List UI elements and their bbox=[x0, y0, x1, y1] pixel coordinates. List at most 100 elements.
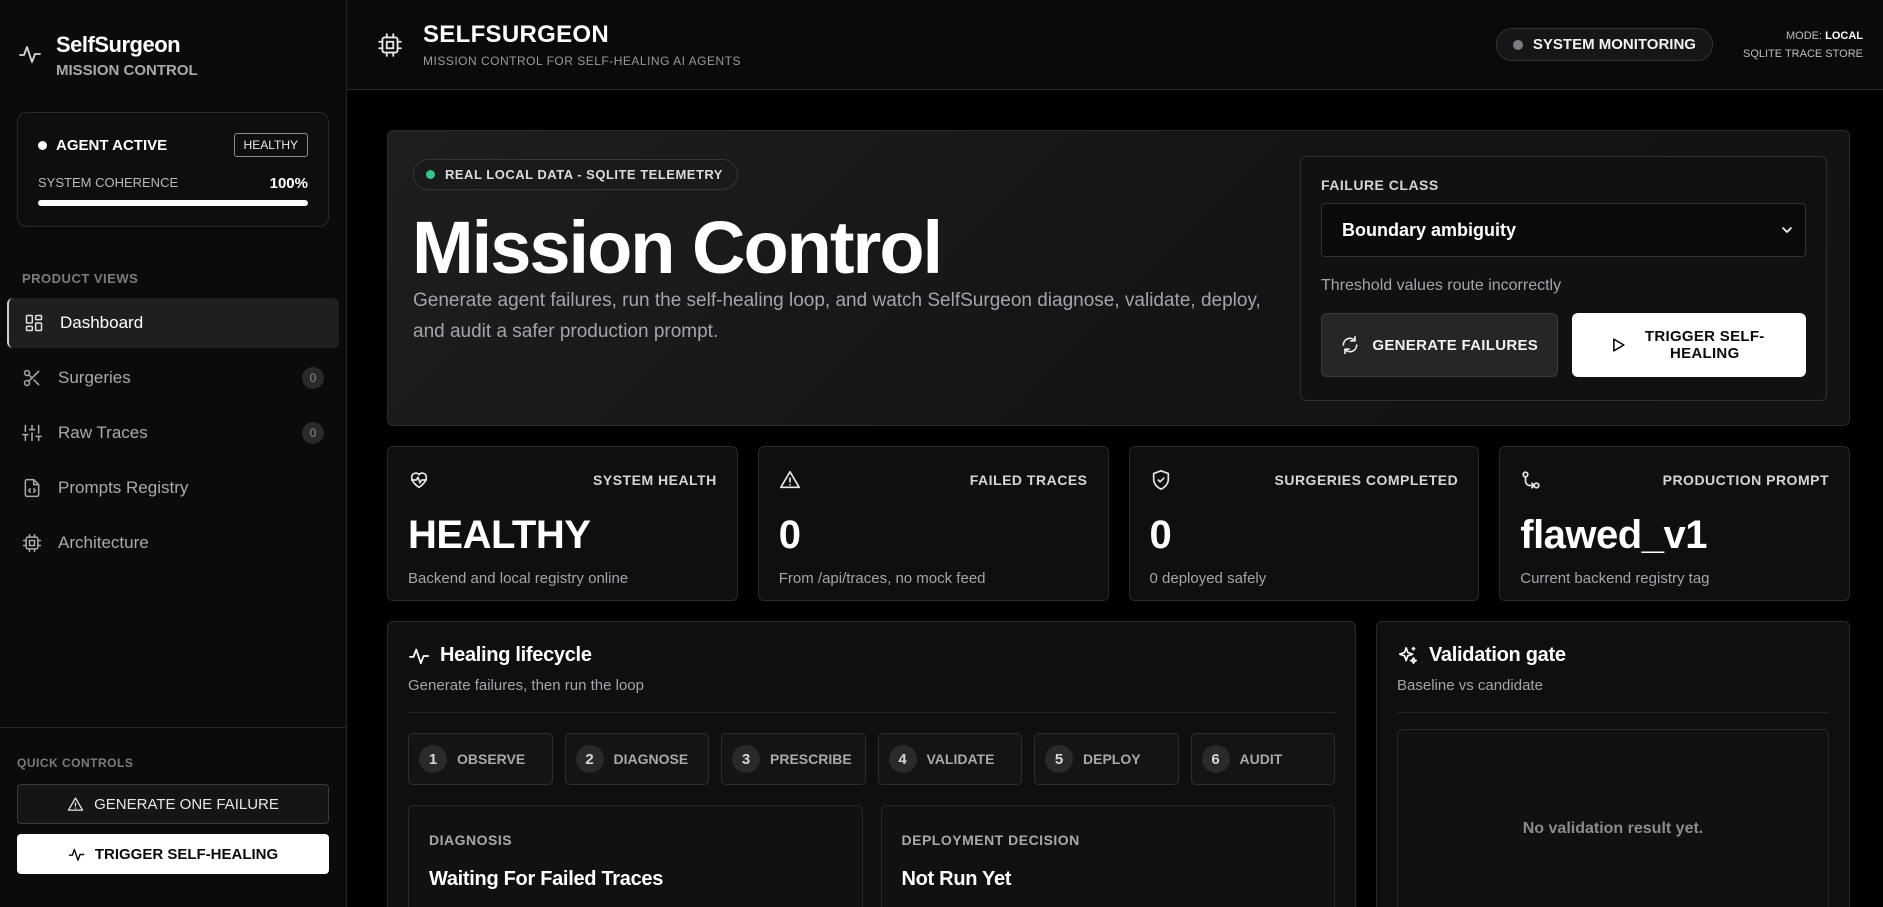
cpu-icon bbox=[378, 32, 402, 57]
sidebar-item-prompts-registry[interactable]: Prompts Registry bbox=[7, 463, 339, 513]
brand-subtitle: MISSION CONTROL bbox=[56, 62, 198, 79]
step-label: DEPLOY bbox=[1083, 751, 1141, 767]
cpu-icon bbox=[22, 533, 42, 553]
play-icon bbox=[1612, 338, 1625, 352]
deployment-decision-value: Not Run Yet bbox=[901, 868, 1012, 890]
step-audit[interactable]: 6 AUDIT bbox=[1190, 733, 1335, 785]
sidebar-item-label: Architecture bbox=[58, 533, 149, 552]
store-label: SQLITE TRACE STORE bbox=[1742, 47, 1863, 60]
system-monitoring-indicator[interactable]: SYSTEM MONITORING bbox=[1495, 28, 1713, 61]
step-validate[interactable]: 4 VALIDATE bbox=[877, 733, 1022, 785]
step-prescribe[interactable]: 3 PRESCRIBE bbox=[721, 733, 866, 785]
sidebar-item-surgeries[interactable]: Surgeries 0 bbox=[7, 353, 339, 403]
sidebar-item-label: Surgeries bbox=[58, 368, 131, 387]
stat-label: FAILED TRACES bbox=[969, 472, 1088, 488]
sparkles-icon bbox=[1398, 646, 1418, 664]
stat-description: Backend and local registry online bbox=[408, 570, 629, 587]
stat-value: HEALTHY bbox=[408, 513, 591, 557]
stat-label: SYSTEM HEALTH bbox=[593, 472, 717, 488]
step-label: AUDIT bbox=[1239, 751, 1283, 767]
stat-value: flawed_v1 bbox=[1520, 513, 1707, 557]
stat-value: 0 bbox=[778, 513, 801, 557]
stat-card-failed-traces: FAILED TRACES 0 From /api/traces, no moc… bbox=[757, 446, 1109, 601]
step-observe[interactable]: 1 OBSERVE bbox=[408, 733, 553, 785]
hero-description: Generate agent failures, run the self-he… bbox=[413, 290, 1261, 342]
sidebar-item-label: Dashboard bbox=[60, 313, 144, 332]
dashboard-icon bbox=[25, 314, 43, 332]
chevron-down-icon bbox=[1782, 227, 1792, 233]
heart-pulse-icon bbox=[410, 472, 428, 489]
stat-label: PRODUCTION PROMPT bbox=[1662, 472, 1829, 488]
git-compare-icon bbox=[1522, 471, 1540, 489]
sidebar-item-raw-traces[interactable]: Raw Traces 0 bbox=[7, 408, 339, 458]
trigger-self-healing-button[interactable]: TRIGGER SELF-HEALING bbox=[1571, 313, 1806, 377]
page-subtitle: MISSION CONTROL FOR SELF-HEALING AI AGEN… bbox=[423, 54, 741, 68]
stat-label: SURGERIES COMPLETED bbox=[1274, 472, 1459, 488]
raw-traces-count-badge: 0 bbox=[302, 422, 324, 444]
step-number: 6 bbox=[1201, 745, 1230, 773]
step-number: 1 bbox=[419, 745, 447, 773]
generate-failures-button[interactable]: GENERATE FAILURES bbox=[1321, 313, 1558, 377]
diagnosis-card: DIAGNOSIS Waiting For Failed Traces bbox=[408, 805, 863, 907]
step-label: VALIDATE bbox=[926, 751, 995, 767]
warning-icon bbox=[779, 470, 800, 489]
coherence-value: 100% bbox=[269, 175, 308, 192]
deployment-decision-label: DEPLOYMENT DECISION bbox=[901, 832, 1080, 848]
stat-description: Current backend registry tag bbox=[1520, 570, 1710, 587]
scissors-icon bbox=[23, 369, 40, 387]
coherence-row: SYSTEM COHERENCE 100% bbox=[38, 175, 308, 192]
telemetry-pill-label: REAL LOCAL DATA - SQLITE TELEMETRY bbox=[445, 167, 723, 182]
mode-label: MODE: bbox=[1785, 29, 1823, 42]
step-number: 5 bbox=[1045, 745, 1073, 773]
stat-description: From /api/traces, no mock feed bbox=[778, 570, 986, 587]
sidebar-item-dashboard[interactable]: Dashboard bbox=[7, 298, 339, 348]
stat-card-surgeries-completed: SURGERIES COMPLETED 0 0 deployed safely bbox=[1128, 446, 1480, 601]
step-diagnose[interactable]: 2 DIAGNOSE bbox=[564, 733, 709, 785]
mode-value: LOCAL bbox=[1825, 29, 1863, 42]
brand: SelfSurgeon MISSION CONTROL bbox=[0, 0, 346, 100]
sliders-icon bbox=[22, 424, 42, 442]
validation-title: Validation gate bbox=[1429, 644, 1566, 666]
validation-subtitle: Baseline vs candidate bbox=[1397, 677, 1543, 694]
diagnosis-label: DIAGNOSIS bbox=[429, 832, 513, 848]
divider bbox=[1397, 712, 1829, 713]
refresh-icon bbox=[1342, 335, 1358, 355]
generate-one-failure-label: GENERATE ONE FAILURE bbox=[94, 795, 279, 813]
failure-class-value: Boundary ambiguity bbox=[1342, 219, 1517, 240]
failure-class-select[interactable]: Boundary ambiguity bbox=[1321, 203, 1806, 257]
deployment-decision-card: DEPLOYMENT DECISION Not Run Yet bbox=[880, 805, 1335, 907]
validation-gate-panel: Validation gate Baseline vs candidate No… bbox=[1376, 621, 1850, 907]
step-number: 3 bbox=[732, 745, 760, 773]
failure-class-label: FAILURE CLASS bbox=[1321, 177, 1439, 193]
agent-status-label: AGENT ACTIVE bbox=[56, 136, 168, 154]
shield-check-icon bbox=[1152, 470, 1169, 490]
step-label: PRESCRIBE bbox=[770, 751, 852, 767]
mode-info: MODE: LOCAL SQLITE TRACE STORE bbox=[1743, 27, 1863, 63]
sidebar-item-architecture[interactable]: Architecture bbox=[7, 518, 339, 568]
sidebar-nav: Dashboard Surgeries 0 Raw Traces 0 Promp… bbox=[0, 298, 346, 573]
generate-failures-label: GENERATE FAILURES bbox=[1372, 336, 1539, 354]
brand-title: SelfSurgeon bbox=[56, 32, 181, 57]
quick-trigger-self-healing-button[interactable]: TRIGGER SELF-HEALING bbox=[17, 834, 329, 874]
step-number: 2 bbox=[575, 745, 604, 773]
monitor-label: SYSTEM MONITORING bbox=[1532, 36, 1696, 53]
sidebar: SelfSurgeon MISSION CONTROL AGENT ACTIVE… bbox=[0, 0, 347, 907]
step-label: DIAGNOSE bbox=[613, 751, 689, 767]
lifecycle-title: Healing lifecycle bbox=[440, 644, 592, 666]
agent-status: AGENT ACTIVE bbox=[38, 137, 167, 154]
divider bbox=[408, 712, 1335, 713]
pulse-icon bbox=[19, 46, 41, 63]
quick-controls-label: QUICK CONTROLS bbox=[17, 756, 134, 770]
step-deploy[interactable]: 5 DEPLOY bbox=[1034, 733, 1179, 785]
lifecycle-steps: 1 OBSERVE 2 DIAGNOSE 3 PRESCRIBE 4 VALIDATE … bbox=[408, 733, 1335, 785]
step-label: OBSERVE bbox=[457, 751, 526, 767]
failure-class-panel: FAILURE CLASS Boundary ambiguity Thresho… bbox=[1300, 156, 1827, 401]
pulse-icon bbox=[408, 648, 430, 664]
generate-one-failure-button[interactable]: GENERATE ONE FAILURE bbox=[17, 784, 329, 824]
trigger-self-healing-label: TRIGGER SELF-HEALING bbox=[1644, 328, 1765, 362]
hero-title: Mission Control bbox=[412, 206, 943, 289]
stat-card-system-health: SYSTEM HEALTH HEALTHY Backend and local … bbox=[387, 446, 738, 601]
app-root: SelfSurgeon MISSION CONTROL AGENT ACTIVE… bbox=[0, 0, 1883, 907]
pulse-icon bbox=[68, 848, 85, 861]
stat-value: 0 bbox=[1149, 513, 1172, 557]
